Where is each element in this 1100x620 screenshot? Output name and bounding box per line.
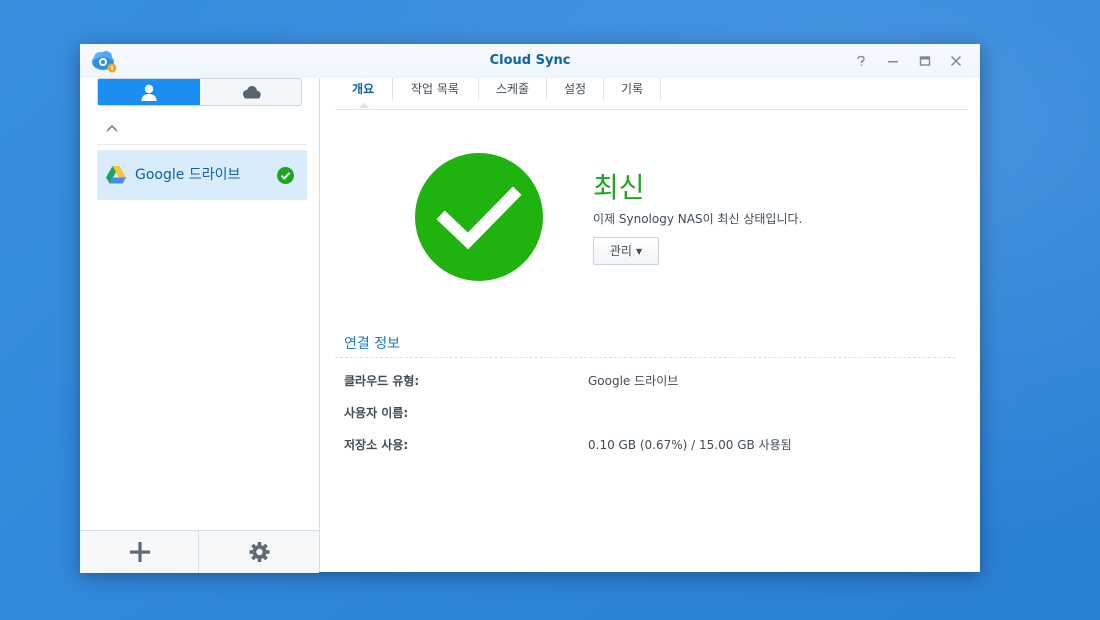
caret-down-icon: ▼ <box>635 247 643 256</box>
cloud-icon <box>243 86 261 99</box>
window-title: Cloud Sync <box>489 53 571 68</box>
connection-type-toggle <box>97 78 302 106</box>
add-connection-button[interactable] <box>80 531 199 573</box>
chevron-up-icon <box>106 124 118 132</box>
cloud-sync-window: Cloud Sync Google 드라이브 개요 작업 목록 스케줄 설정 기… <box>80 44 980 573</box>
tab-history[interactable]: 기록 <box>604 78 660 108</box>
maximize-icon[interactable] <box>915 51 935 71</box>
sidebar-footer <box>80 530 319 573</box>
tab-settings[interactable]: 설정 <box>547 78 603 108</box>
tab-schedule[interactable]: 스케줄 <box>479 78 546 108</box>
tab-task-list[interactable]: 작업 목록 <box>393 78 477 108</box>
section-divider <box>335 357 956 358</box>
manage-button[interactable]: 관리 ▼ <box>593 237 659 265</box>
sidebar: Google 드라이브 <box>80 78 320 573</box>
active-tab-indicator <box>359 102 369 108</box>
tab-schedule-label: 스케줄 <box>495 82 530 96</box>
manage-button-label: 관리 <box>609 244 632 258</box>
username-label: 사용자 이름: <box>344 406 409 420</box>
close-icon[interactable] <box>946 51 966 71</box>
connection-info-title: 연결 정보 <box>344 336 400 352</box>
cloud-type-label: 클라우드 유형: <box>344 374 420 388</box>
connection-label: Google 드라이브 <box>135 167 241 183</box>
status-title: 최신 <box>593 171 645 204</box>
status-check-icon <box>415 153 543 281</box>
plus-icon <box>130 542 150 562</box>
connection-group-header[interactable] <box>97 118 307 145</box>
gear-icon <box>249 542 270 562</box>
settings-button[interactable] <box>200 531 319 573</box>
tab-bar: 개요 작업 목록 스케줄 설정 기록 <box>335 78 968 110</box>
help-icon[interactable] <box>851 51 871 71</box>
storage-usage-label: 저장소 사용: <box>344 438 409 452</box>
cloud-type-value: Google 드라이브 <box>588 374 679 388</box>
google-drive-icon <box>106 166 126 184</box>
tab-task-list-label: 작업 목록 <box>411 82 459 96</box>
tab-overview[interactable]: 개요 <box>335 78 391 108</box>
cloud-connections-tab[interactable] <box>200 79 301 105</box>
user-connections-tab[interactable] <box>98 79 200 105</box>
title-bar[interactable]: Cloud Sync <box>80 44 980 78</box>
status-description: 이제 Synology NAS이 최신 상태입니다. <box>593 212 803 226</box>
storage-usage-value: 0.10 GB (0.67%) / 15.00 GB 사용됨 <box>588 438 792 452</box>
minimize-icon[interactable] <box>883 51 903 71</box>
tab-history-label: 기록 <box>620 82 644 96</box>
check-circle-icon <box>277 167 294 184</box>
tab-overview-label: 개요 <box>351 82 375 96</box>
tab-divider <box>660 78 661 100</box>
tab-settings-label: 설정 <box>563 82 587 96</box>
user-icon <box>141 84 157 101</box>
connection-item-google-drive[interactable]: Google 드라이브 <box>97 150 307 200</box>
